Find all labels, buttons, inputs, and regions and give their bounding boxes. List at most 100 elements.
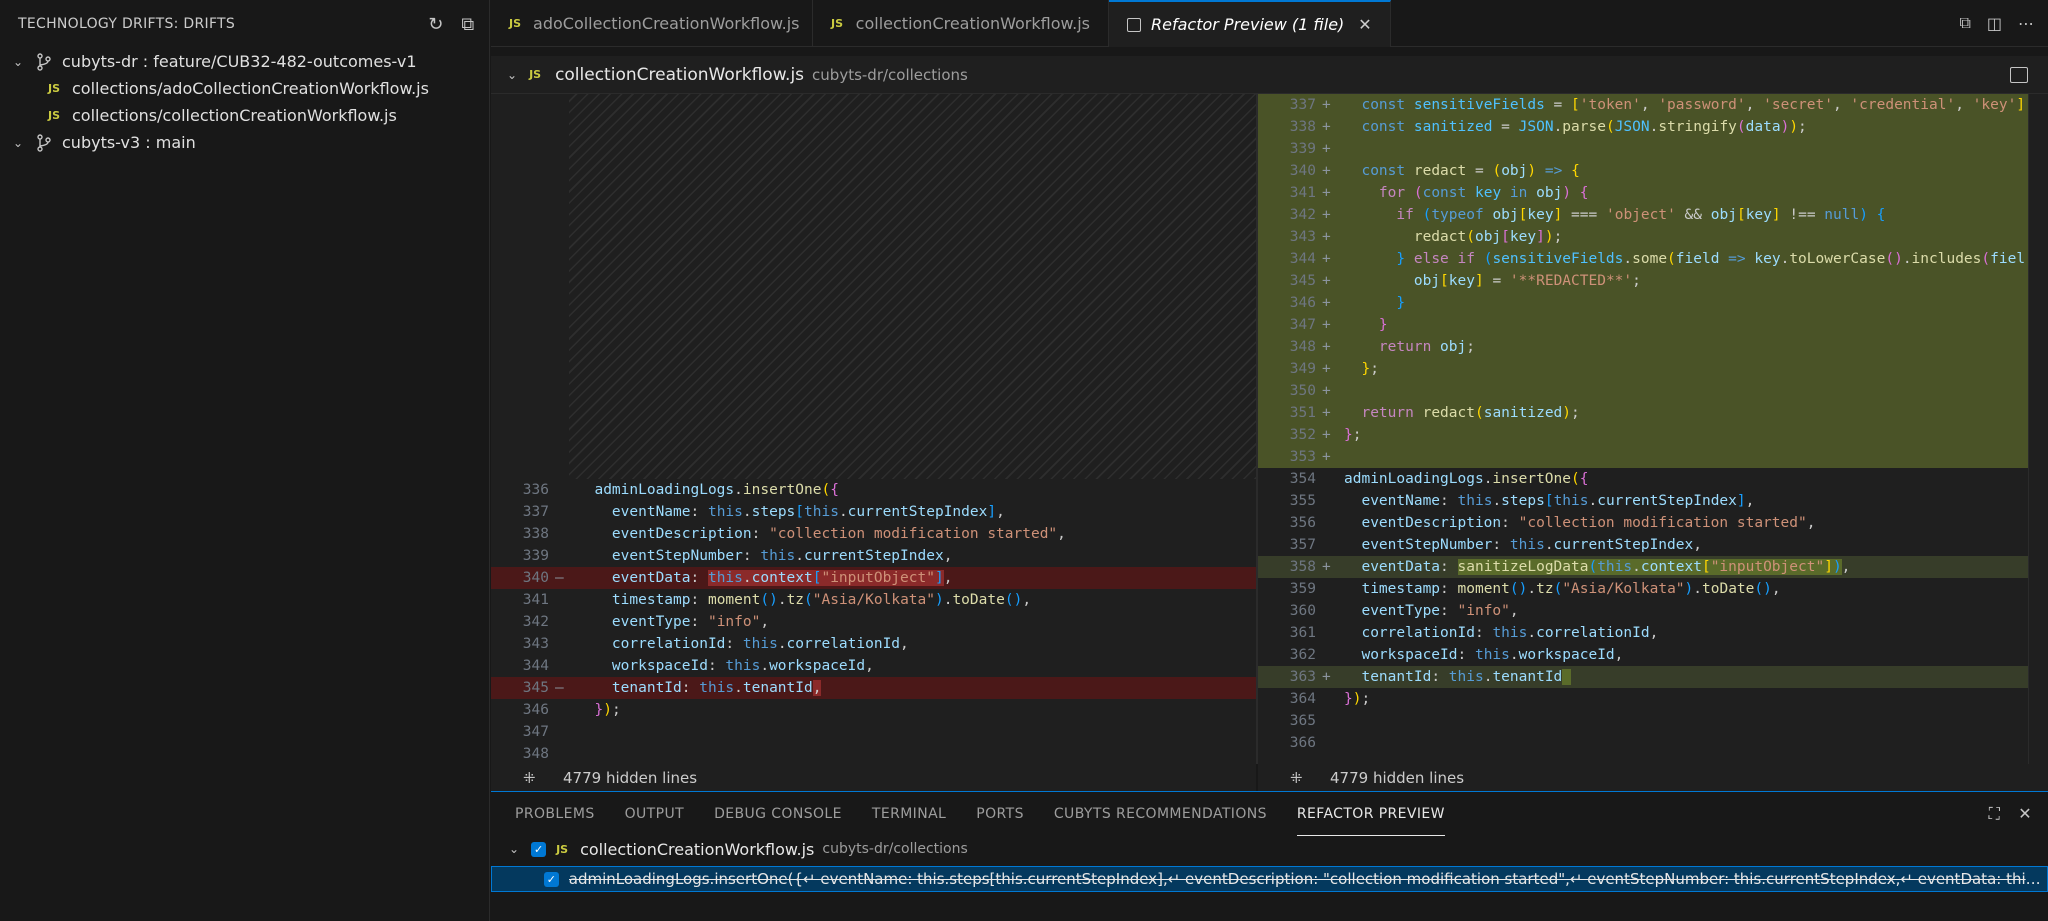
code-line-added: 344 + } else if (sensitiveFields.some(fie… <box>1258 248 2028 270</box>
tab-refactor-preview[interactable]: REFACTOR PREVIEW <box>1296 792 1445 836</box>
chevron-down-icon: ⌄ <box>12 135 24 150</box>
tab-label: Refactor Preview (1 file) <box>1151 15 1345 34</box>
change-checkbox[interactable]: ✓ <box>544 871 559 887</box>
tree-item-repo-cubyts-dr[interactable]: ⌄ cubyts-dr : feature/CUB32-482-outcomes… <box>0 48 489 75</box>
code-line-added: 358 + eventData: sanitizeLogData(this.con… <box>1258 556 2028 578</box>
js-file-icon: JS <box>48 109 61 122</box>
tab-refactor-preview[interactable]: Refactor Preview (1 file) ✕ <box>1109 0 1391 47</box>
tree-item-repo-cubyts-v3[interactable]: ⌄ cubyts-v3 : main <box>0 129 489 156</box>
code-line-added: 352 +}; <box>1258 424 2028 446</box>
code-line-added: 351 + return redact(sanitized); <box>1258 402 2028 424</box>
more-icon[interactable]: ⋯ <box>2018 14 2034 33</box>
tree-item-label: collections/collectionCreationWorkflow.j… <box>72 106 397 125</box>
tab-label: collectionCreationWorkflow.js <box>855 14 1090 33</box>
code-line-added: 363 + tenantId: this.tenantId <box>1258 666 2028 688</box>
chevron-down-icon[interactable]: ⌄ <box>507 68 517 82</box>
diff-file-name: collectionCreationWorkflow.js <box>555 64 805 85</box>
tab-output[interactable]: OUTPUT <box>625 792 684 836</box>
code-line: 354 adminLoadingLogs.insertOne({ <box>1289 471 1589 487</box>
panel-actions: ⛶ ✕ <box>1989 804 2032 824</box>
refresh-icon[interactable]: ↻ <box>425 13 447 35</box>
js-file-icon: JS <box>529 68 542 81</box>
tab-debug-console[interactable]: DEBUG CONSOLE <box>714 792 842 836</box>
diff-original-pane[interactable]: 336 adminLoadingLogs.insertOne({ 337 eve… <box>491 94 1256 764</box>
tree-item-label: cubyts-dr : feature/CUB32-482-outcomes-v… <box>62 52 417 71</box>
diff-file-header: ⌄ JS collectionCreationWorkflow.js cubyt… <box>491 56 2048 94</box>
diff-placeholder-hatch <box>569 94 1256 479</box>
tab-collection[interactable]: JS collectionCreationWorkflow.js <box>813 0 1109 47</box>
tree-item-file-ado[interactable]: JS collections/adoCollectionCreationWork… <box>0 75 489 102</box>
refactor-file-row[interactable]: ⌄ ✓ JS collectionCreationWorkflow.js cub… <box>491 836 2048 862</box>
layout-icon[interactable]: ⧉ <box>1959 13 1970 33</box>
code-line: 365 <box>1289 713 1316 729</box>
hidden-lines-label: 4779 hidden lines <box>1330 768 1465 787</box>
tab-label: adoCollectionCreationWorkflow.js <box>533 14 800 33</box>
refactor-file-path: cubyts-dr/collections <box>822 841 968 857</box>
code-line: 355 eventName: this.steps[this.currentSt… <box>1289 493 1755 509</box>
scrollbar[interactable] <box>2028 94 2048 764</box>
diff-modified-pane[interactable]: 337 + const sensitiveFields = ['token', '… <box>1258 94 2028 764</box>
tab-problems[interactable]: PROBLEMS <box>515 792 595 836</box>
code-line-removed: 345— tenantId: this.tenantId, <box>491 677 1256 699</box>
refactor-file-name: collectionCreationWorkflow.js <box>580 839 815 859</box>
preview-icon <box>1127 17 1141 32</box>
close-icon[interactable]: ✕ <box>1358 15 1371 34</box>
code-line: 357 eventStepNumber: this.currentStepInd… <box>1289 537 1702 553</box>
split-editor-icon[interactable]: ◫ <box>1987 14 2002 33</box>
code-line: 344 workspaceId: this.workspaceId, <box>522 658 874 674</box>
tab-terminal[interactable]: TERMINAL <box>872 792 946 836</box>
chevron-down-icon[interactable]: ⌄ <box>509 842 519 856</box>
diff-file-path: cubyts-dr/collections <box>812 65 968 84</box>
maximize-icon[interactable]: ⛶ <box>1989 804 2001 824</box>
sidebar-header: TECHNOLOGY DRIFTS: DRIFTS ↻ ⧉ <box>0 0 489 48</box>
hidden-lines-bar-left[interactable]: ⁜ 4779 hidden lines <box>491 764 1256 791</box>
hidden-lines-label: 4779 hidden lines <box>563 768 698 787</box>
refactor-change-row[interactable]: ✓ adminLoadingLogs.insertOne({↵ eventNam… <box>491 866 2048 892</box>
tree-item-label: collections/adoCollectionCreationWorkflo… <box>72 79 429 98</box>
code-line: 359 timestamp: moment().tz("Asia/Kolkata… <box>1289 581 1781 597</box>
code-line: 366 <box>1289 735 1316 751</box>
sidebar-title: TECHNOLOGY DRIFTS: DRIFTS <box>18 16 236 32</box>
code-line-added: 350 + <box>1258 380 2028 402</box>
code-line-added: 345 + obj[key] = '**REDACTED**'; <box>1258 270 2028 292</box>
code-line-added: 353 + <box>1258 446 2028 468</box>
editor-actions: ⧉ ◫ ⋯ <box>1959 0 2048 46</box>
file-checkbox[interactable]: ✓ <box>531 841 547 857</box>
code-line: 364 }); <box>1289 691 1371 707</box>
code-line-added: 347 + } <box>1258 314 2028 336</box>
code-line-added: 342 + if (typeof obj[key] === 'object' &&… <box>1258 204 2028 226</box>
collapse-all-icon[interactable]: ⧉ <box>457 13 479 35</box>
tree-item-label: cubyts-v3 : main <box>62 133 196 152</box>
code-line: 346 }); <box>522 702 621 718</box>
tree-item-file-collection[interactable]: JS collections/collectionCreationWorkflo… <box>0 102 489 129</box>
git-branch-icon <box>34 52 54 72</box>
code-line: 362 workspaceId: this.workspaceId, <box>1289 647 1624 663</box>
code-line-added: 343 + redact(obj[key]); <box>1258 226 2028 248</box>
js-file-icon: JS <box>831 17 844 30</box>
unfold-icon[interactable]: ⁜ <box>523 769 541 787</box>
code-line-added: 348 + return obj; <box>1258 336 2028 358</box>
sidebar: TECHNOLOGY DRIFTS: DRIFTS ↻ ⧉ ⌄ cubyts-d… <box>0 0 490 921</box>
bottom-panel: PROBLEMS OUTPUT DEBUG CONSOLE TERMINAL P… <box>491 791 2048 921</box>
open-file-icon[interactable] <box>2010 66 2028 83</box>
code-line: 360 eventType: "info", <box>1289 603 1519 619</box>
tab-ado-collection[interactable]: JS adoCollectionCreationWorkflow.js <box>491 0 813 47</box>
code-line-added: 341 + for (const key in obj) { <box>1258 182 2028 204</box>
code-line: 341 timestamp: moment().tz("Asia/Kolkata… <box>522 592 1032 608</box>
hidden-lines-bar-right[interactable]: ⁜ 4779 hidden lines <box>1258 764 2048 791</box>
tab-cubyts-recommendations[interactable]: CUBYTS RECOMMENDATIONS <box>1054 792 1267 836</box>
code-line: 356 eventDescription: "collection modifi… <box>1289 515 1816 531</box>
code-line-added: 349 + }; <box>1258 358 2028 380</box>
code-line: 348 <box>522 746 549 762</box>
code-line: 338 eventDescription: "collection modifi… <box>522 526 1066 542</box>
unfold-icon[interactable]: ⁜ <box>1290 769 1308 787</box>
code-line-removed: 340— eventData: this.context["inputObjec… <box>491 567 1256 589</box>
code-line: 342 eventType: "info", <box>522 614 770 630</box>
js-file-icon: JS <box>509 17 522 30</box>
tab-ports[interactable]: PORTS <box>976 792 1024 836</box>
refactor-change-text: adminLoadingLogs.insertOne({↵ eventName:… <box>568 870 2047 888</box>
js-file-icon: JS <box>556 842 569 856</box>
code-line: 343 correlationId: this.correlationId, <box>522 636 909 652</box>
code-line: 336 adminLoadingLogs.insertOne({ <box>522 482 839 498</box>
close-icon[interactable]: ✕ <box>2018 804 2032 824</box>
